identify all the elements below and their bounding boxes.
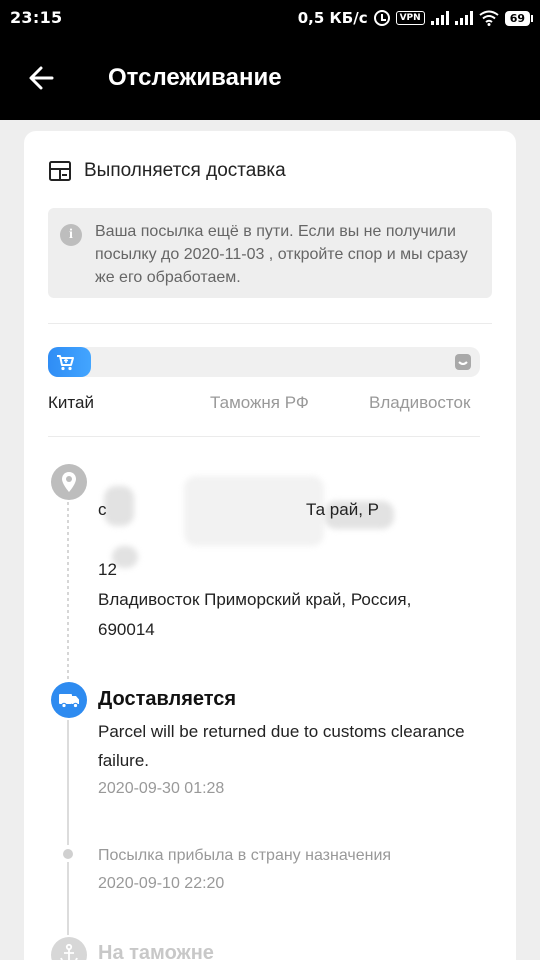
status-bar: 23:15 0,5 КБ/с VPN 69	[0, 0, 540, 36]
timeline-connector	[67, 502, 69, 680]
route-progress-bar	[48, 347, 480, 377]
redacted-area	[184, 476, 324, 546]
delivery-status: Выполняется доставка	[48, 159, 286, 183]
anchor-icon	[60, 943, 78, 960]
event-description: Parcel will be returned due to customs c…	[98, 722, 465, 770]
event-title: Доставляется	[98, 688, 237, 710]
timeline-connector	[67, 862, 69, 935]
status-title: Выполняется доставка	[84, 160, 286, 181]
event-title: На таможне	[98, 942, 214, 960]
net-speed: 0,5 КБ/с	[297, 9, 368, 27]
page-title: Отслеживание	[108, 64, 282, 91]
address-line: 12	[98, 560, 117, 579]
package-icon	[455, 354, 471, 370]
back-button[interactable]	[22, 60, 62, 96]
truck-icon	[59, 694, 79, 709]
location-pin-marker	[51, 464, 87, 500]
wifi-icon	[479, 10, 499, 26]
notice-box: i Ваша посылка ещё в пути. Если вы не по…	[48, 208, 492, 298]
box-icon	[49, 161, 71, 181]
divider	[48, 436, 480, 437]
app-bar: Отслеживание	[0, 36, 540, 120]
timeline-connector	[67, 720, 69, 845]
address-line: 690014	[98, 620, 155, 639]
route-to: Владивосток	[369, 393, 471, 412]
vpn-icon: VPN	[395, 11, 425, 25]
status-icons: 0,5 КБ/с VPN 69	[297, 8, 534, 28]
route-from: Китай	[48, 393, 94, 412]
event-marker	[51, 937, 87, 960]
info-icon: i	[60, 224, 82, 246]
event-time: 2020-09-30 01:28	[98, 780, 225, 797]
route-mid: Таможня РФ	[210, 393, 309, 412]
location-pin-icon	[62, 472, 76, 492]
arrow-left-icon	[29, 66, 54, 90]
event-time: 2020-09-10 22:20	[98, 875, 225, 892]
signal-icon	[454, 11, 473, 25]
address-line: Владивосток Приморский край, Россия,	[98, 590, 412, 609]
cart-icon	[57, 355, 74, 371]
address-line: с	[98, 500, 107, 519]
battery-icon: 69	[504, 10, 534, 26]
event-marker	[51, 682, 87, 718]
alarm-clock-icon	[373, 10, 390, 26]
status-time: 23:15	[10, 8, 63, 27]
signal-icon	[430, 11, 449, 25]
address-line: Та рай, Р	[306, 500, 379, 519]
event-title: Посылка прибыла в страну назначения	[98, 847, 392, 864]
redacted-area	[104, 486, 134, 526]
divider	[48, 323, 492, 324]
event-marker	[63, 849, 73, 859]
notice-text: Ваша посылка ещё в пути. Если вы не полу…	[95, 223, 468, 286]
tracking-card: Выполняется доставка i Ваша посылка ещё …	[24, 131, 516, 960]
